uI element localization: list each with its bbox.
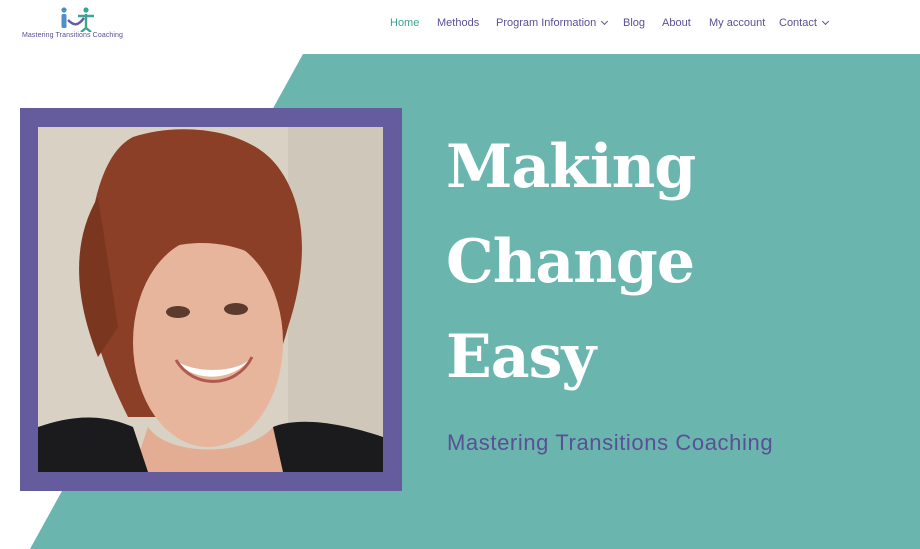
nav-home-label: Home [390,17,420,29]
nav-blog[interactable]: Blog [623,17,645,29]
portrait-frame [20,108,402,491]
people-logo-icon [61,7,94,32]
nav-my-account[interactable]: My account [709,17,765,29]
nav-about-label: About [662,17,691,29]
nav-contact-label: Contact [779,17,817,29]
headline-line-3: Easy [446,322,596,392]
hero-subtitle: Mastering Transitions Coaching [447,430,774,455]
nav-home[interactable]: Home [390,17,419,29]
nav-about[interactable]: About [662,17,691,29]
portrait-photo [38,127,383,472]
headline-line-1: Making [446,132,696,202]
chevron-down-icon [821,17,829,26]
nav-blog-label: Blog [623,17,646,29]
nav-contact[interactable]: Contact [779,17,829,29]
headline-line-2: Change [446,227,695,297]
nav-methods-label: Methods [437,17,480,29]
nav-program-information-label: Program Information [496,17,597,29]
nav-methods[interactable]: Methods [437,17,479,29]
hero-headline: Making Change Easy [446,120,776,405]
nav-program-information[interactable]: Program Information [496,17,609,29]
logo-text: Mastering Transitions Coaching [22,32,124,39]
site-logo[interactable]: Mastering Transitions Coaching [20,6,130,42]
chevron-down-icon [601,17,609,26]
nav-my-account-label: My account [709,17,766,29]
site-header: Mastering Transitions Coaching Home Meth… [0,0,920,54]
